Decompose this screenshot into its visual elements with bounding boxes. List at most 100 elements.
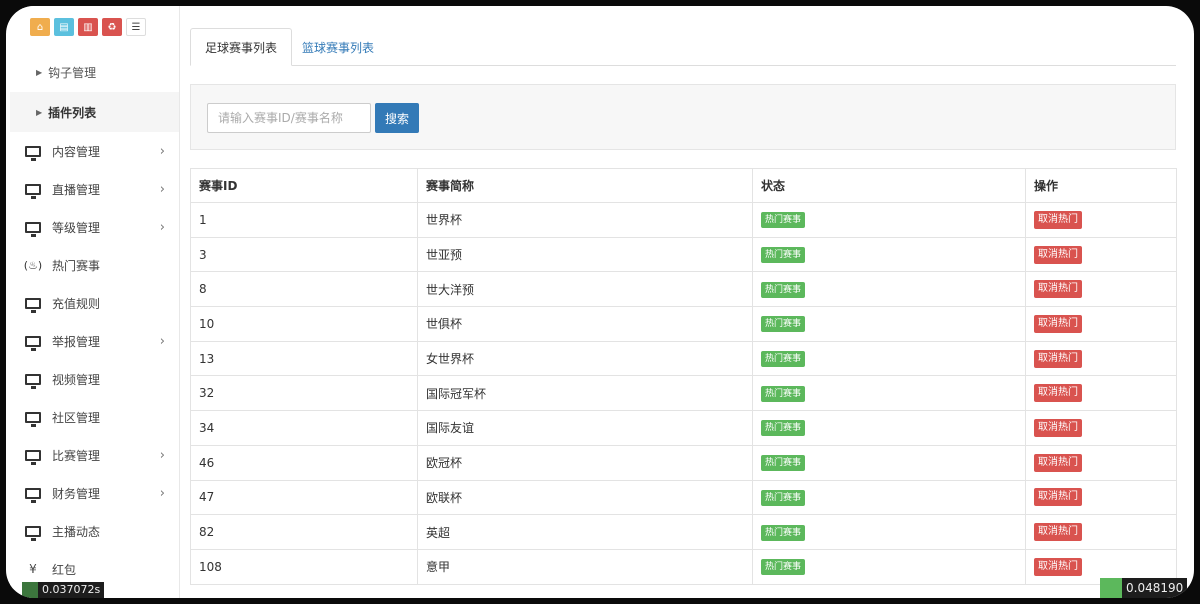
sidebar-item[interactable]: 主播动态 bbox=[10, 512, 179, 550]
cell-action: 取消热门 bbox=[1025, 271, 1177, 308]
cancel-hot-button[interactable]: 取消热门 bbox=[1034, 210, 1082, 229]
table-row: 13 女世界杯 热门赛事 取消热门 bbox=[190, 340, 1177, 377]
sidebar-item[interactable]: 等级管理 › bbox=[10, 208, 179, 246]
sidebar-item[interactable]: (♨) 热门赛事 bbox=[10, 246, 179, 284]
sidebar-subitem-plugins[interactable]: ▶ 插件列表 bbox=[10, 92, 179, 132]
search-button[interactable]: 搜索 bbox=[375, 103, 419, 133]
status-badge: 热门赛事 bbox=[761, 559, 806, 576]
cell-action: 取消热门 bbox=[1025, 375, 1177, 412]
cell-action: 取消热门 bbox=[1025, 306, 1177, 342]
cell-event-name: 世俱杯 bbox=[417, 306, 753, 342]
cancel-hot-button[interactable]: 取消热门 bbox=[1034, 523, 1082, 542]
sidebar-item[interactable]: 充值规则 bbox=[10, 284, 179, 322]
sidebar-item[interactable]: 举报管理 › bbox=[10, 322, 179, 360]
shortcut-bar: ⌂ ▤ ▥ ♻ ☰ bbox=[10, 6, 179, 52]
monitor-icon bbox=[24, 334, 42, 351]
debug-timer-right: 0.048190 bbox=[1100, 578, 1188, 598]
cell-event-id: 1 bbox=[190, 202, 418, 238]
sidebar-item-label: 充值规则 bbox=[52, 296, 101, 311]
table-row: 10 世俱杯 热门赛事 取消热门 bbox=[190, 306, 1177, 342]
recycle-icon[interactable]: ♻ bbox=[102, 18, 122, 36]
home-icon[interactable]: ⌂ bbox=[30, 18, 50, 36]
cell-status: 热门赛事 bbox=[752, 202, 1026, 238]
event-name: 国际友谊 bbox=[426, 421, 475, 436]
sidebar-nav: 内容管理 › 直播管理 › 等级管理 › (♨) 热门赛事 充值规则 举报管理 › 视频管理 社区管理比… bbox=[10, 132, 179, 588]
event-id: 3 bbox=[199, 247, 207, 262]
sidebar-item[interactable]: 内容管理 › bbox=[10, 132, 179, 170]
sidebar-item[interactable]: 社区管理 bbox=[10, 398, 179, 436]
cell-status: 热门赛事 bbox=[752, 479, 1026, 516]
cancel-hot-button[interactable]: 取消热门 bbox=[1034, 349, 1082, 368]
sidebar-item[interactable]: 直播管理 › bbox=[10, 170, 179, 208]
event-name: 意甲 bbox=[426, 560, 451, 575]
sidebar-item[interactable]: 比赛管理 › bbox=[10, 436, 179, 474]
status-badge: 热门赛事 bbox=[761, 489, 806, 506]
cell-event-name: 世界杯 bbox=[417, 202, 753, 238]
cancel-hot-button[interactable]: 取消热门 bbox=[1034, 488, 1082, 507]
cell-action: 取消热门 bbox=[1025, 444, 1177, 481]
status-badge: 热门赛事 bbox=[761, 247, 806, 264]
sidebar-item-label: 内容管理 bbox=[52, 144, 101, 159]
event-id: 46 bbox=[199, 455, 215, 470]
list-icon[interactable]: ☰ bbox=[126, 18, 146, 36]
tab-bar: 足球赛事列表 篮球赛事列表 bbox=[190, 28, 1176, 66]
debug-time-left: 0.037072s bbox=[42, 583, 101, 596]
cancel-hot-button[interactable]: 取消热门 bbox=[1034, 245, 1082, 264]
cancel-hot-button[interactable]: 取消热门 bbox=[1034, 384, 1082, 403]
sidebar-item-label: 比赛管理 bbox=[52, 448, 101, 463]
cell-event-name: 世大洋预 bbox=[417, 271, 753, 308]
leaf-icon bbox=[1100, 578, 1122, 598]
sidebar-item-label: 社区管理 bbox=[52, 410, 101, 425]
cancel-hot-button[interactable]: 取消热门 bbox=[1034, 557, 1082, 576]
sidebar-item-label: 等级管理 bbox=[52, 220, 101, 235]
event-id: 13 bbox=[199, 351, 215, 366]
table-row: 1 世界杯 热门赛事 取消热门 bbox=[190, 202, 1177, 238]
chevron-right-icon: › bbox=[159, 143, 165, 159]
event-id: 82 bbox=[199, 525, 215, 540]
sidebar-subitem-hooks[interactable]: ▶ 钩子管理 bbox=[10, 52, 179, 92]
table-row: 47 欧联杯 热门赛事 取消热门 bbox=[190, 479, 1177, 516]
document-icon[interactable]: ▤ bbox=[54, 18, 74, 36]
event-name: 世亚预 bbox=[426, 248, 463, 263]
monitor-icon bbox=[24, 144, 42, 161]
cell-status: 热门赛事 bbox=[752, 548, 1026, 585]
cell-event-id: 3 bbox=[190, 236, 418, 273]
cell-event-id: 34 bbox=[190, 410, 418, 446]
sidebar-item-label: 热门赛事 bbox=[52, 258, 101, 273]
cell-status: 热门赛事 bbox=[752, 444, 1026, 481]
chevron-right-icon: › bbox=[159, 447, 165, 463]
table-row: 108 意甲 热门赛事 取消热门 bbox=[190, 548, 1177, 585]
chevron-right-icon: › bbox=[159, 219, 165, 235]
cell-status: 热门赛事 bbox=[752, 340, 1026, 377]
sidebar: ⌂ ▤ ▥ ♻ ☰ ▶ 钩子管理 ▶ 插件列表 内容管理 › 直播管理 › 等级管理 › (… bbox=[10, 6, 180, 598]
events-table-wrapper: 赛事ID 赛事简称 状态 操作 1 世界杯 热门赛事 取消热门 3 世亚预 热门赛事 取消热门… bbox=[190, 168, 1177, 585]
cell-event-name: 女世界杯 bbox=[417, 340, 753, 377]
cell-status: 热门赛事 bbox=[752, 236, 1026, 273]
event-id: 108 bbox=[199, 559, 222, 574]
monitor-icon bbox=[24, 182, 42, 199]
event-name: 欧联杯 bbox=[426, 490, 463, 505]
status-badge: 热门赛事 bbox=[761, 351, 806, 368]
sidebar-item[interactable]: 视频管理 bbox=[10, 360, 179, 398]
cancel-hot-button[interactable]: 取消热门 bbox=[1034, 314, 1082, 333]
tab-football-events[interactable]: 足球赛事列表 bbox=[190, 28, 293, 66]
cell-action: 取消热门 bbox=[1025, 202, 1177, 238]
cancel-hot-button[interactable]: 取消热门 bbox=[1034, 453, 1082, 472]
sidebar-item[interactable]: 财务管理 › bbox=[10, 474, 179, 512]
table-row: 8 世大洋预 热门赛事 取消热门 bbox=[190, 271, 1177, 308]
cell-action: 取消热门 bbox=[1025, 410, 1177, 446]
search-input[interactable] bbox=[207, 103, 371, 133]
trash-icon[interactable]: ▥ bbox=[78, 18, 98, 36]
cell-event-id: 8 bbox=[190, 271, 418, 308]
sidebar-item-label: 举报管理 bbox=[52, 334, 101, 349]
cell-event-id: 82 bbox=[190, 514, 418, 550]
status-badge: 热门赛事 bbox=[761, 420, 806, 437]
cell-event-name: 世亚预 bbox=[417, 236, 753, 273]
cancel-hot-button[interactable]: 取消热门 bbox=[1034, 418, 1082, 437]
sidebar-subitem-label: 插件列表 bbox=[48, 105, 97, 120]
tab-basketball-events[interactable]: 篮球赛事列表 bbox=[288, 28, 388, 66]
cancel-hot-button[interactable]: 取消热门 bbox=[1034, 280, 1082, 299]
event-name: 世大洋预 bbox=[426, 282, 475, 297]
table-row: 3 世亚预 热门赛事 取消热门 bbox=[190, 236, 1177, 273]
cell-event-name: 欧冠杯 bbox=[417, 444, 753, 481]
